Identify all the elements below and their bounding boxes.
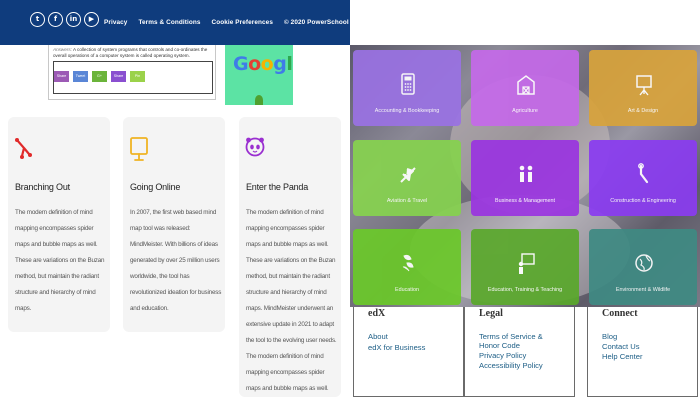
- top-bar: t f in ▶ Privacy Terms & Conditions Cook…: [0, 0, 466, 45]
- nav-privacy-link[interactable]: Privacy: [104, 19, 127, 26]
- tile-label: Business & Management: [495, 198, 555, 204]
- footer-link-blog[interactable]: Blog: [602, 332, 617, 341]
- people-icon: [519, 165, 533, 182]
- tile-label: Education, Training & Teaching: [487, 287, 563, 293]
- gplus-button[interactable]: G+: [92, 71, 107, 82]
- monitor-icon: [130, 137, 148, 161]
- answer-label: Answers:: [53, 47, 72, 52]
- tile-education[interactable]: Education: [353, 229, 461, 305]
- footer-link-edx-business[interactable]: edX for Business: [368, 343, 425, 352]
- footer: edX About edX for Business Legal Terms o…: [352, 307, 700, 400]
- card-going-online: Going Online In 2007, the first web base…: [123, 117, 225, 332]
- sprout-graphic: [255, 95, 263, 105]
- card-title: Enter the Panda: [246, 182, 309, 192]
- footer-heading: edX: [368, 308, 386, 319]
- footer-column-edx: edX About edX for Business: [353, 307, 464, 397]
- card-title: Going Online: [130, 182, 181, 192]
- panda-icon: [245, 137, 265, 157]
- tile-label: Environment & Wildlife: [615, 287, 671, 293]
- globe-icon: [635, 254, 653, 272]
- tile-education-training[interactable]: Education, Training & Teaching: [471, 229, 579, 305]
- share-buttons: Share Tweet G+ Share Pin: [54, 71, 145, 82]
- tweet-button[interactable]: Tweet: [73, 71, 88, 82]
- footer-link-honor-code[interactable]: Honor Code: [479, 341, 520, 350]
- footer-link-terms[interactable]: Terms of Service &: [479, 332, 543, 341]
- tile-agriculture[interactable]: Agriculture: [471, 50, 579, 126]
- calculator-icon: [401, 73, 415, 95]
- footer-heading: Legal: [479, 308, 503, 319]
- tile-business[interactable]: Business & Management: [471, 140, 579, 216]
- footer-heading: Connect: [602, 308, 638, 319]
- tools-icon: [638, 163, 649, 184]
- linkedin-icon[interactable]: in: [66, 12, 81, 27]
- footer-link-about[interactable]: About: [368, 332, 388, 341]
- tile-art-design[interactable]: Art & Design: [589, 50, 697, 126]
- branch-icon: [15, 138, 32, 159]
- answer-body: A collection of system programs that con…: [53, 47, 208, 58]
- footer-link-accessibility[interactable]: Accessibility Policy: [479, 361, 543, 370]
- tile-label: Construction & Engineering: [610, 198, 676, 204]
- answer-text: Answers: A collection of system programs…: [53, 47, 213, 59]
- easel-icon: [636, 75, 652, 96]
- footer-column-connect: Connect Blog Contact Us Help Center: [587, 307, 698, 397]
- copyright-address: © 2020 PowerSchool 150 Parkshore Dr., Fo…: [283, 19, 467, 26]
- social-links: t f in ▶: [30, 12, 99, 27]
- tile-label: Accounting & Bookkeeping: [374, 108, 440, 114]
- share-button-2[interactable]: Share: [111, 71, 126, 82]
- google-logo-text: Google: [233, 53, 293, 75]
- youtube-icon[interactable]: ▶: [84, 12, 99, 27]
- tile-construction[interactable]: Construction & Engineering: [589, 140, 697, 216]
- tile-accounting[interactable]: Accounting & Bookkeeping: [353, 50, 461, 126]
- tile-label: Aviation & Travel: [386, 198, 428, 204]
- pin-button[interactable]: Pin: [130, 71, 145, 82]
- google-logo-image: Google: [225, 45, 293, 105]
- top-nav: Privacy Terms & Conditions Cookie Prefer…: [104, 19, 466, 26]
- footer-link-contact[interactable]: Contact Us: [602, 342, 640, 351]
- nav-cookie-link[interactable]: Cookie Preferences: [212, 19, 273, 26]
- card-body: The modern definition of mind mapping en…: [15, 209, 105, 312]
- footer-link-help[interactable]: Help Center: [602, 352, 643, 361]
- tile-environment[interactable]: Environment & Wildlife: [589, 229, 697, 305]
- footer-column-legal: Legal Terms of Service & Honor Code Priv…: [464, 307, 575, 397]
- book-icon: [402, 254, 414, 272]
- tile-aviation[interactable]: Aviation & Travel: [353, 140, 461, 216]
- card-body: In 2007, the first web based mind map to…: [130, 209, 222, 312]
- footer-link-privacy[interactable]: Privacy Policy: [479, 351, 526, 360]
- airplane-icon: [400, 167, 416, 183]
- card-body: The modern definition of mind mapping en…: [246, 209, 337, 392]
- card-title: Branching Out: [15, 182, 70, 192]
- tile-label: Agriculture: [512, 108, 538, 114]
- facebook-icon[interactable]: f: [48, 12, 63, 27]
- share-button-1[interactable]: Share: [54, 71, 69, 82]
- tile-label: Art & Design: [627, 108, 659, 114]
- card-branching-out: Branching Out The modern definition of m…: [8, 117, 110, 332]
- twitter-icon[interactable]: t: [30, 12, 45, 27]
- barn-icon: [517, 75, 535, 95]
- card-enter-the-panda: Enter the Panda The modern definition of…: [239, 117, 341, 397]
- teacher-icon: [518, 253, 535, 274]
- tile-label: Education: [395, 287, 419, 293]
- quiz-answer-card: Answers: A collection of system programs…: [48, 45, 216, 100]
- nav-terms-link[interactable]: Terms & Conditions: [138, 19, 200, 26]
